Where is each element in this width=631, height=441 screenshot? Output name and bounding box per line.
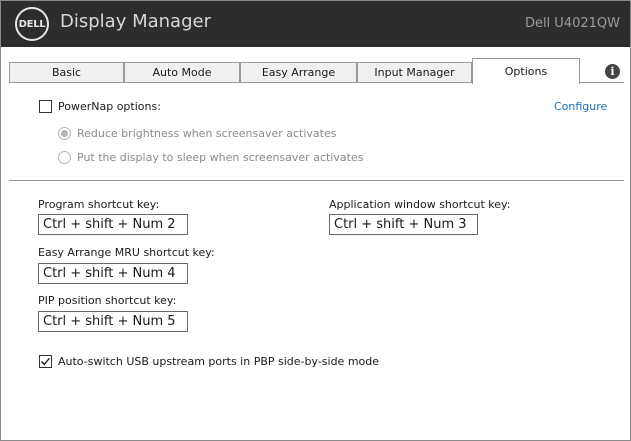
easy-arrange-mru-label: Easy Arrange MRU shortcut key: (38, 246, 215, 259)
tab-easy-arrange[interactable]: Easy Arrange (240, 62, 357, 83)
pip-position-label: PIP position shortcut key: (38, 294, 177, 307)
configure-link[interactable]: Configure (554, 100, 607, 113)
tab-bar: Basic Auto Mode Easy Arrange Input Manag… (9, 58, 624, 84)
app-window-shortcut-field[interactable]: Ctrl + shift + Num 3 (329, 214, 478, 235)
auto-switch-usb-label: Auto-switch USB upstream ports in PBP si… (58, 355, 380, 368)
radio-selected-dot (61, 130, 68, 137)
info-icon[interactable]: i (605, 64, 620, 79)
monitor-model: Dell U4021QW (524, 16, 620, 31)
powernap-checkbox[interactable] (39, 100, 52, 113)
app-window-shortcut-label: Application window shortcut key: (329, 198, 511, 211)
easy-arrange-mru-field[interactable]: Ctrl + shift + Num 4 (38, 263, 188, 284)
pip-position-field[interactable]: Ctrl + shift + Num 5 (38, 311, 188, 332)
tab-basic[interactable]: Basic (9, 62, 124, 83)
reduce-brightness-label: Reduce brightness when screensaver activ… (77, 127, 337, 140)
tab-input-manager[interactable]: Input Manager (357, 62, 472, 83)
display-manager-window: DELL Display Manager Dell U4021QW Basic … (0, 0, 631, 441)
app-title: Display Manager (60, 11, 211, 32)
section-divider (9, 180, 624, 181)
checkmark-icon (41, 357, 51, 366)
tab-auto-mode[interactable]: Auto Mode (124, 62, 240, 83)
auto-switch-usb-checkbox[interactable] (39, 355, 52, 368)
program-shortcut-label: Program shortcut key: (38, 198, 160, 211)
sleep-display-radio[interactable] (58, 151, 71, 164)
tab-options[interactable]: Options (472, 58, 580, 84)
dell-logo: DELL (15, 7, 49, 41)
title-bar: DELL Display Manager Dell U4021QW (1, 1, 630, 47)
reduce-brightness-radio[interactable] (58, 127, 71, 140)
dell-logo-text: DELL (18, 18, 46, 30)
program-shortcut-field[interactable]: Ctrl + shift + Num 2 (38, 214, 188, 235)
sleep-display-label: Put the display to sleep when screensave… (77, 151, 364, 164)
powernap-label: PowerNap options: (58, 100, 161, 113)
